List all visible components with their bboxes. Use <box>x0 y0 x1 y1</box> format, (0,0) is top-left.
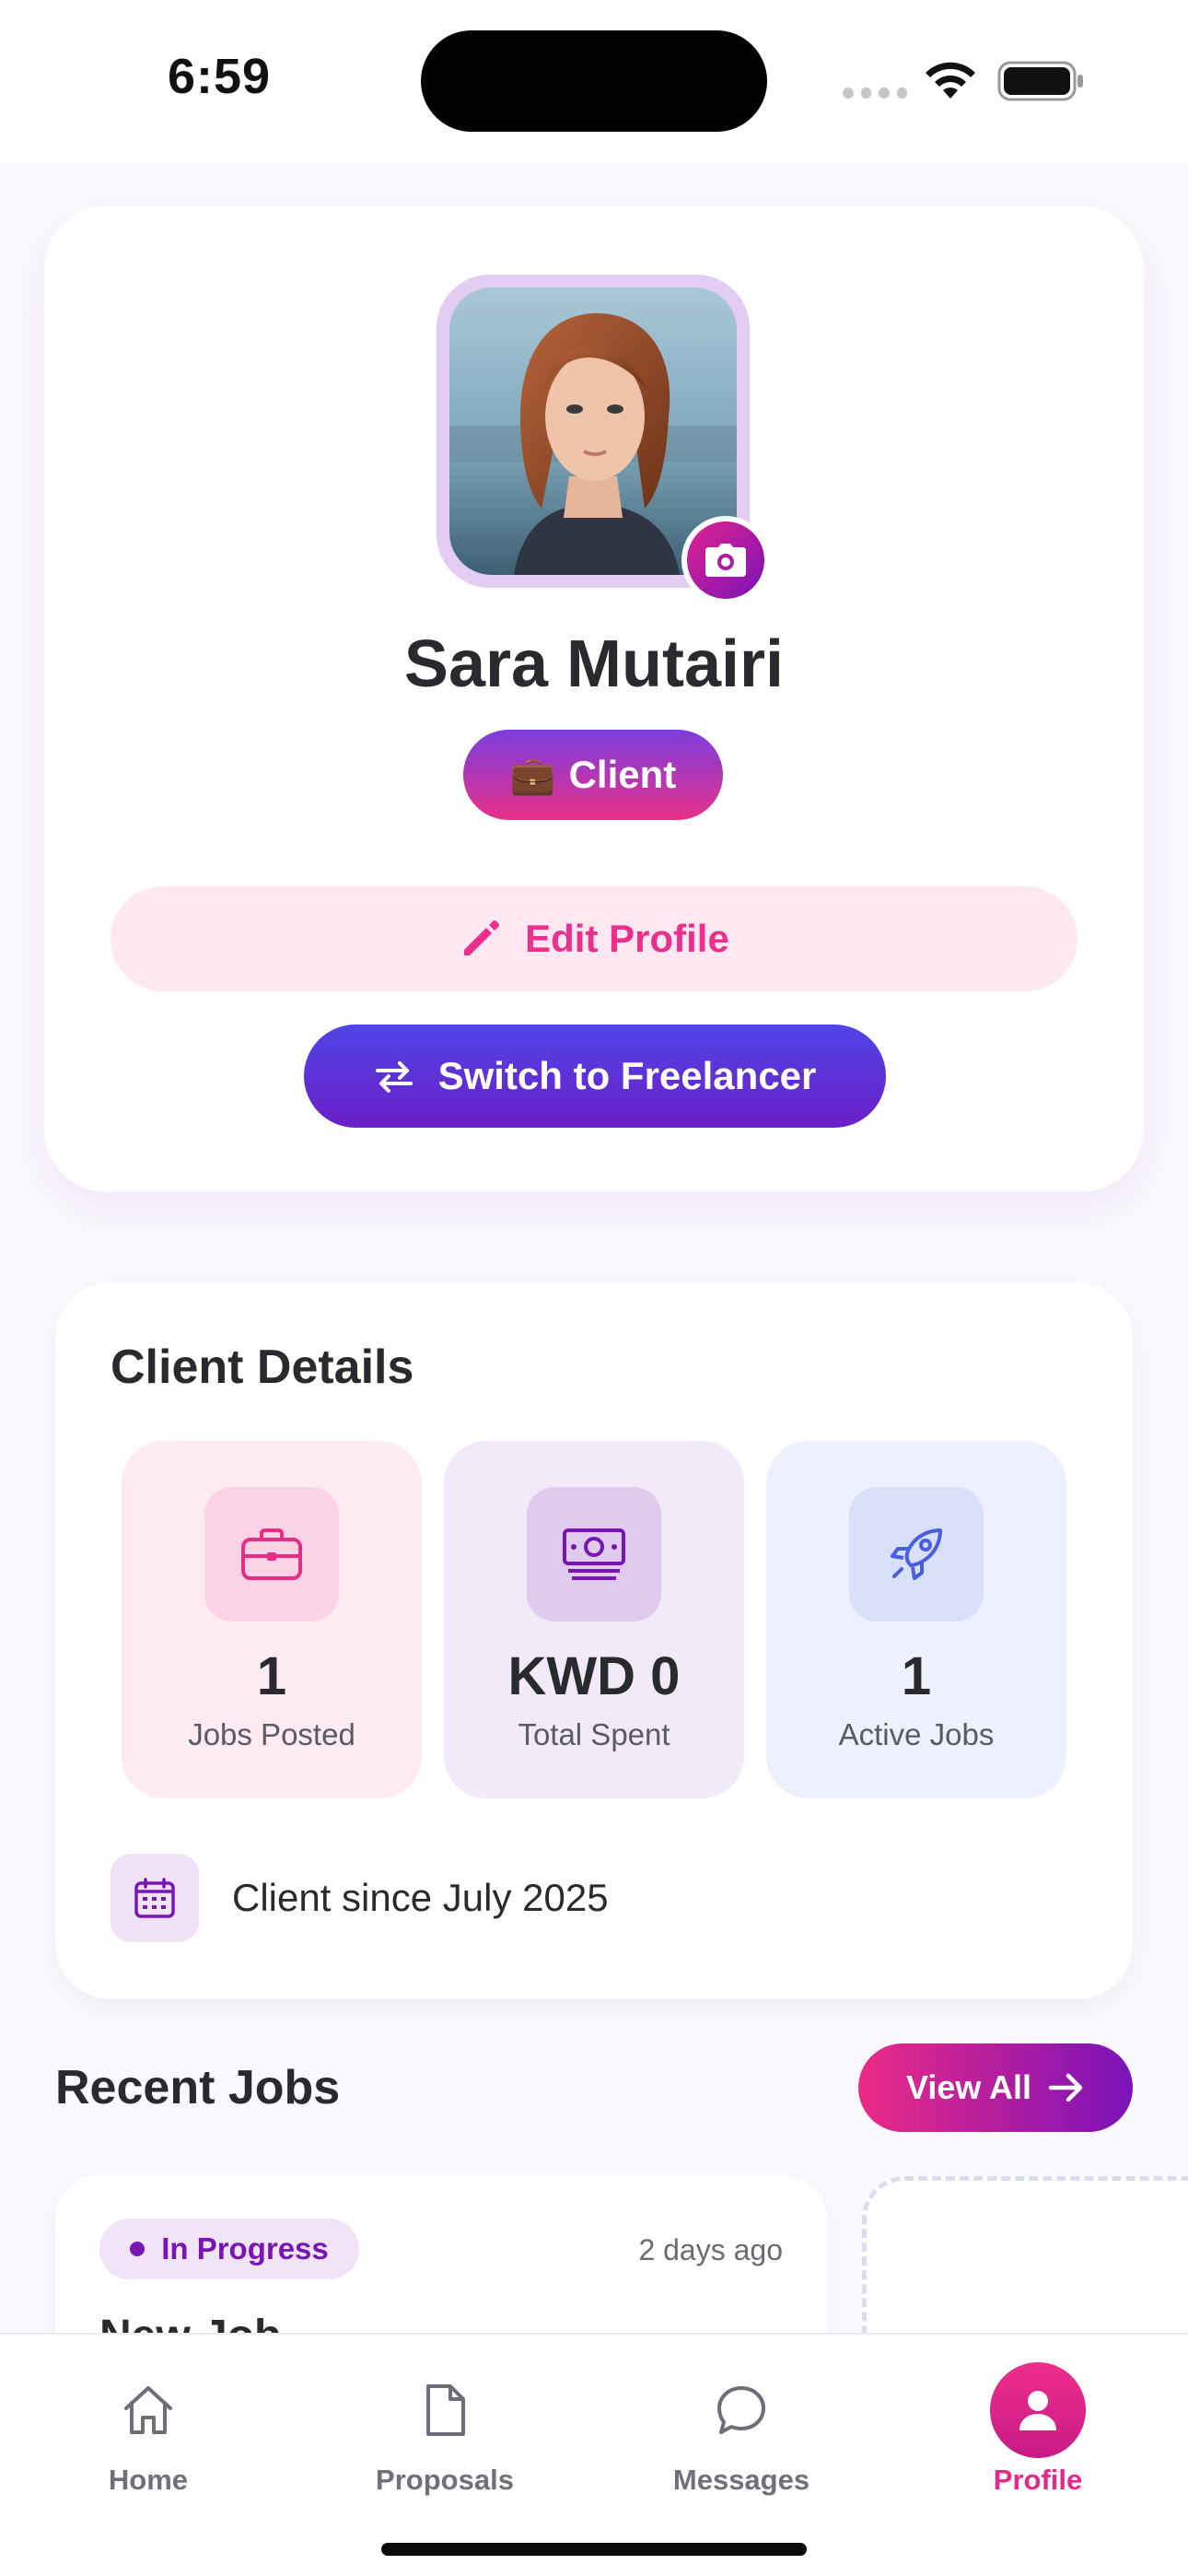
stat-label: Active Jobs <box>838 1717 995 1751</box>
status-dot <box>130 2242 146 2256</box>
briefcase-emoji-icon: 💼 <box>509 755 556 796</box>
tab-home[interactable]: Home <box>0 2335 297 2519</box>
swap-icon <box>375 1061 413 1093</box>
stat-active-jobs[interactable]: 1 Active Jobs <box>766 1441 1066 1798</box>
tab-messages[interactable]: Messages <box>593 2335 890 2519</box>
edit-profile-label: Edit Profile <box>525 917 729 960</box>
tab-profile[interactable]: Profile <box>890 2335 1186 2519</box>
stat-label: Total Spent <box>518 1717 670 1751</box>
role-badge: 💼 Client <box>463 730 723 820</box>
camera-icon <box>705 544 746 577</box>
home-indicator <box>381 2543 807 2556</box>
edit-profile-button[interactable]: Edit Profile <box>111 886 1077 991</box>
change-photo-button[interactable] <box>681 516 770 604</box>
battery-icon <box>997 61 1083 101</box>
calendar-icon <box>111 1854 199 1942</box>
stat-value: 1 <box>256 1646 287 1706</box>
stat-value: 1 <box>901 1646 932 1706</box>
view-all-label: View All <box>905 2068 1032 2106</box>
client-details-card: Client Details 1 Jobs Posted KWD 0 Total… <box>55 1282 1133 1999</box>
tab-bar: Home Proposals Messages Profile <box>0 2333 1188 2576</box>
job-time: 2 days ago <box>638 2233 783 2266</box>
tab-label: Profile <box>993 2464 1083 2496</box>
tab-proposals[interactable]: Proposals <box>297 2335 593 2519</box>
briefcase-icon <box>204 1487 339 1622</box>
stat-total-spent[interactable]: KWD 0 Total Spent <box>444 1441 744 1798</box>
job-status-badge: In Progress <box>99 2219 359 2279</box>
dynamic-island <box>421 30 767 132</box>
stat-jobs-posted[interactable]: 1 Jobs Posted <box>122 1441 422 1798</box>
job-status-label: In Progress <box>161 2231 329 2266</box>
home-icon <box>100 2362 196 2458</box>
switch-role-label: Switch to Freelancer <box>437 1054 817 1097</box>
tab-label: Proposals <box>376 2464 514 2496</box>
user-icon <box>990 2362 1086 2458</box>
tab-label: Messages <box>672 2464 810 2496</box>
switch-role-button[interactable]: Switch to Freelancer <box>304 1025 886 1128</box>
client-since: Client since July 2025 <box>232 1876 609 1919</box>
profile-card: Sara Mutairi 💼 Client Edit Profile Switc… <box>44 206 1144 1192</box>
profile-name: Sara Mutairi <box>403 627 785 701</box>
stat-label: Jobs Posted <box>188 1717 355 1751</box>
view-all-button[interactable]: View All <box>858 2043 1133 2132</box>
pencil-icon <box>464 920 500 955</box>
status-bar: 6:59 <box>0 0 1188 162</box>
rocket-icon <box>849 1487 984 1622</box>
wifi-icon <box>926 62 975 99</box>
role-label: Client <box>568 753 677 796</box>
document-icon <box>397 2362 493 2458</box>
signal-icon <box>843 88 907 99</box>
status-time: 6:59 <box>168 49 272 104</box>
tab-label: Home <box>108 2464 189 2496</box>
chat-icon <box>693 2362 789 2458</box>
recent-jobs-title: Recent Jobs <box>55 2061 341 2114</box>
arrow-right-icon <box>1048 2073 1083 2102</box>
client-details-title: Client Details <box>111 1341 414 1394</box>
stat-value: KWD 0 <box>507 1646 681 1706</box>
money-icon <box>527 1487 661 1622</box>
